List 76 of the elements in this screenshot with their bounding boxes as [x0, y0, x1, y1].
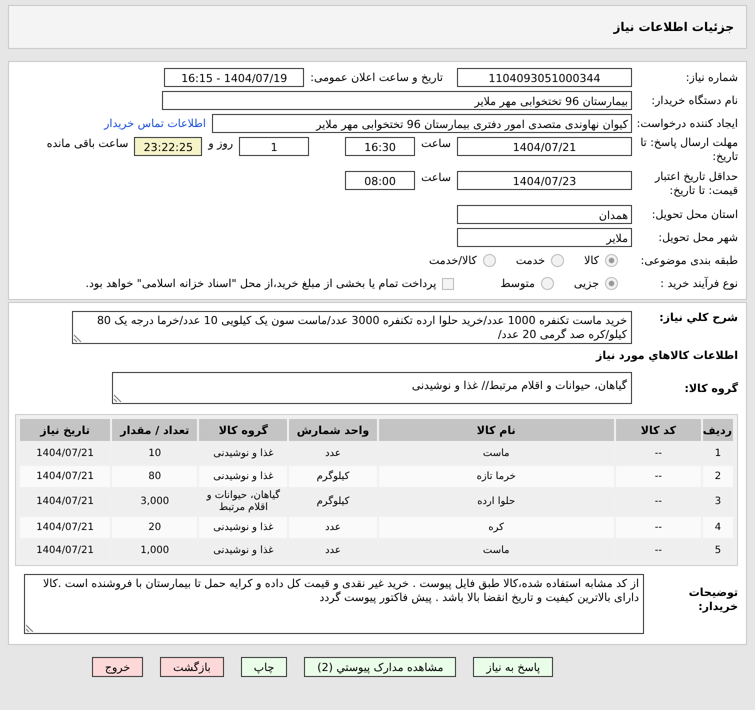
time-field: 08:00	[345, 171, 416, 190]
announce-date-field: 1404/07/19 - 16:15	[164, 68, 304, 87]
field-label: استان محل تحویل:	[650, 208, 738, 222]
goods-group-text: گیاهان، حیوانات و اقلام مرتبط// غذا و نوشیدنی	[412, 379, 627, 392]
radio-label: متوسط	[500, 277, 535, 290]
radio-label: خدمت	[516, 254, 546, 267]
action-button[interactable]: پاسخ به نیاز	[473, 657, 554, 677]
radio-button[interactable]	[482, 254, 496, 267]
field-label: شرح کلي نياز:	[658, 311, 738, 325]
column-header: گروه کالا	[199, 419, 288, 441]
checkbox[interactable]	[442, 278, 454, 290]
column-header: واحد شمارش	[289, 419, 377, 441]
resize-grip-icon	[74, 334, 82, 342]
action-button[interactable]: خروج	[92, 657, 144, 677]
table-cell: 2	[702, 466, 733, 487]
table-cell: --	[616, 466, 701, 487]
section-heading: اطلاعات کالاهاي مورد نياز	[594, 349, 738, 362]
date-field: 1404/07/21	[457, 137, 632, 156]
field-label: گروه کالا:	[683, 382, 738, 396]
radio-label: جزیی	[574, 277, 599, 290]
table-cell: خرما تازه	[378, 466, 614, 487]
field-label: طبقه بندی موضوعی:	[640, 254, 738, 268]
summary-text: خرید ماست تکنفره 1000 عدد/خرید حلوا ارده تکنفره 3000 عدد/ماست سون یک کیلویی 10 عدد/خرما درجه یک 80 کیلو/کره صد گرمی 20 عدد/	[96, 314, 627, 341]
table-cell: کره	[378, 517, 614, 538]
resize-grip-icon	[26, 624, 34, 632]
checkbox-label: پرداخت تمام یا بخشی از مبلغ خرید،از محل "اسناد خزانه اسلامی" خواهد بود.	[86, 277, 436, 290]
field-label: نوع فرآیند خرید :	[659, 276, 738, 290]
table-cell: 1404/07/21	[20, 466, 110, 487]
time-field: 16:30	[345, 137, 416, 156]
field-label: شماره نیاز:	[684, 70, 738, 84]
action-button[interactable]: مشاهده مدارک پیوستي (2)	[304, 657, 456, 677]
radio-label: کالا/خدمت	[429, 254, 477, 267]
table-cell: کیلوگرم	[289, 466, 377, 487]
contact-link[interactable]: اطلاعات تماس خریدار	[104, 117, 206, 130]
field-label: ساعت	[421, 171, 451, 184]
table-cell: 80	[112, 466, 198, 487]
field-label: نام دستگاه خریدار:	[650, 94, 738, 108]
table-cell: غذا و نوشیدنی	[199, 517, 288, 538]
days-field: 1	[239, 137, 310, 156]
column-header: تعداد / مقدار	[112, 419, 198, 441]
column-header: تاریخ نیاز	[20, 419, 110, 441]
table-cell: عدد	[289, 517, 377, 538]
table-cell: --	[616, 517, 701, 538]
date-field: 1404/07/23	[457, 171, 632, 190]
field-label: ساعت باقی مانده	[46, 137, 128, 150]
field-label: ایجاد کننده درخواست:	[638, 116, 738, 130]
buyer-field: بیمارستان 96 تختخوابی مهر ملایر	[162, 91, 632, 110]
field-label: تاریخ و ساعت اعلان عمومی:	[310, 71, 443, 84]
action-button[interactable]: چاپ	[240, 657, 288, 677]
field-label: شهر محل تحویل:	[657, 230, 738, 244]
radio-button[interactable]	[605, 277, 618, 290]
province-field: همدان	[457, 205, 632, 224]
notes-text: از کد مشابه استفاده شده،کالا طبق فایل پیوست . خرید غیر نقدی و قیمت کل داده و کرایه حمل تا بیمارستان با فروشنده است .کالا دارای بالاترین کیفیت و تاریخ انقضا بالا باشد . پیش فاکتور پیوست گردد	[42, 577, 639, 604]
table-cell: 4	[702, 517, 733, 538]
radio-button[interactable]	[540, 277, 554, 290]
table-cell: 20	[112, 517, 198, 538]
page-title: جزئیات اطلاعات نیاز	[613, 20, 734, 34]
column-header: کد کالا	[616, 419, 701, 441]
field-label: ساعت	[421, 137, 451, 150]
column-header: ردیف	[702, 419, 733, 441]
column-header: نام کالا	[378, 419, 614, 441]
remaining-time-field: 23:22:25	[134, 137, 202, 156]
table-cell: 1404/07/21	[20, 517, 110, 538]
radio-button[interactable]	[605, 254, 618, 267]
radio-button[interactable]	[551, 254, 564, 267]
resize-grip-icon	[114, 394, 122, 402]
radio-label: کالا	[584, 254, 599, 267]
need-number-field: 1104093051000344	[457, 68, 632, 87]
field-label: توضیحات خریدار:	[688, 586, 738, 614]
field-label: روز و	[208, 137, 234, 150]
creator-field: کیوان نهاوندی متصدی امور دفتری بیمارستان 96 تختخوابی مهر ملایر	[212, 114, 632, 133]
action-button[interactable]: بازگشت	[160, 657, 224, 677]
field-label: حداقل تاریخ اعتبار قیمت: تا تاریخ:	[654, 170, 738, 198]
city-field: ملایر	[457, 228, 632, 247]
field-label: مهلت ارسال پاسخ: تا تاریخ:	[639, 136, 738, 164]
table-cell: غذا و نوشیدنی	[199, 466, 288, 487]
